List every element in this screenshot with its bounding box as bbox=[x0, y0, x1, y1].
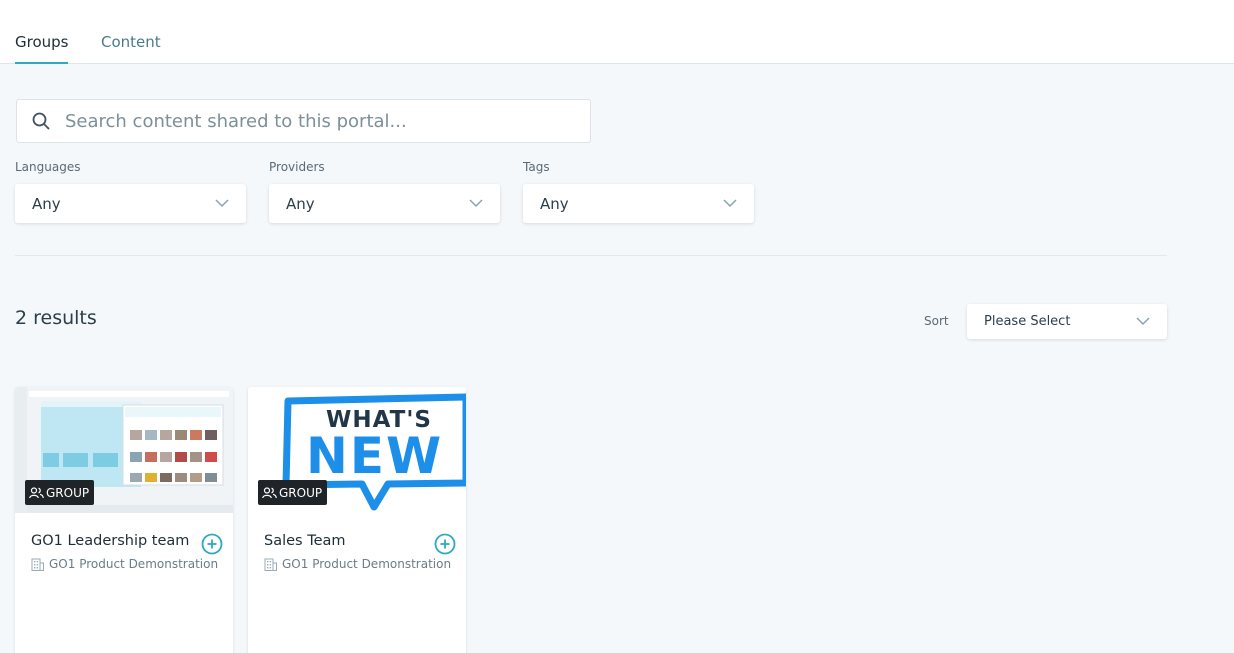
tab-groups[interactable]: Groups bbox=[15, 33, 69, 64]
add-circle-icon[interactable] bbox=[201, 533, 223, 555]
card-title: GO1 Leadership team bbox=[31, 533, 190, 549]
card-portal: GO1 Product Demonstration bbox=[264, 557, 454, 571]
sort-label: Sort bbox=[924, 314, 949, 328]
users-icon bbox=[29, 486, 44, 498]
search-input[interactable] bbox=[65, 110, 565, 132]
sort-select[interactable]: Please Select bbox=[967, 304, 1167, 339]
group-badge-label: GROUP bbox=[46, 485, 90, 500]
group-badge-label: GROUP bbox=[279, 485, 323, 500]
sort-value: Please Select bbox=[984, 314, 1071, 329]
card-portal-name: GO1 Product Demonstration bbox=[49, 557, 219, 571]
tags-value: Any bbox=[540, 194, 569, 213]
divider bbox=[15, 255, 1167, 256]
group-card[interactable]: WHAT'S NEW GROUP Sales Team GO1 Product … bbox=[248, 387, 466, 653]
results-count: 2 results bbox=[15, 307, 97, 329]
card-title: Sales Team bbox=[264, 533, 346, 549]
providers-select[interactable]: Any bbox=[269, 184, 500, 223]
building-icon bbox=[31, 558, 44, 571]
chevron-down-icon bbox=[469, 199, 483, 208]
search-box bbox=[16, 99, 591, 143]
providers-label: Providers bbox=[269, 160, 325, 174]
card-thumbnail: GROUP bbox=[15, 387, 233, 513]
group-badge: GROUP bbox=[25, 480, 95, 505]
languages-label: Languages bbox=[15, 160, 81, 174]
tags-select[interactable]: Any bbox=[523, 184, 754, 223]
search-icon bbox=[17, 112, 65, 130]
chevron-down-icon bbox=[723, 199, 737, 208]
tab-content[interactable]: Content bbox=[101, 33, 161, 64]
group-card[interactable]: GROUP GO1 Leadership team GO1 Product De… bbox=[15, 387, 233, 653]
languages-select[interactable]: Any bbox=[15, 184, 246, 223]
add-circle-icon[interactable] bbox=[434, 533, 456, 555]
card-thumbnail: WHAT'S NEW GROUP bbox=[248, 387, 466, 513]
group-badge: GROUP bbox=[258, 480, 328, 505]
tags-label: Tags bbox=[523, 160, 550, 174]
whats-new-big-text: NEW bbox=[306, 427, 444, 485]
chevron-down-icon bbox=[215, 199, 229, 208]
card-portal: GO1 Product Demonstration bbox=[31, 557, 221, 571]
card-portal-name: GO1 Product Demonstration bbox=[282, 557, 452, 571]
users-icon bbox=[262, 486, 277, 498]
languages-value: Any bbox=[32, 194, 61, 213]
providers-value: Any bbox=[286, 194, 315, 213]
chevron-down-icon bbox=[1136, 317, 1150, 326]
top-navigation: Groups Content bbox=[0, 0, 1234, 64]
building-icon bbox=[264, 558, 277, 571]
